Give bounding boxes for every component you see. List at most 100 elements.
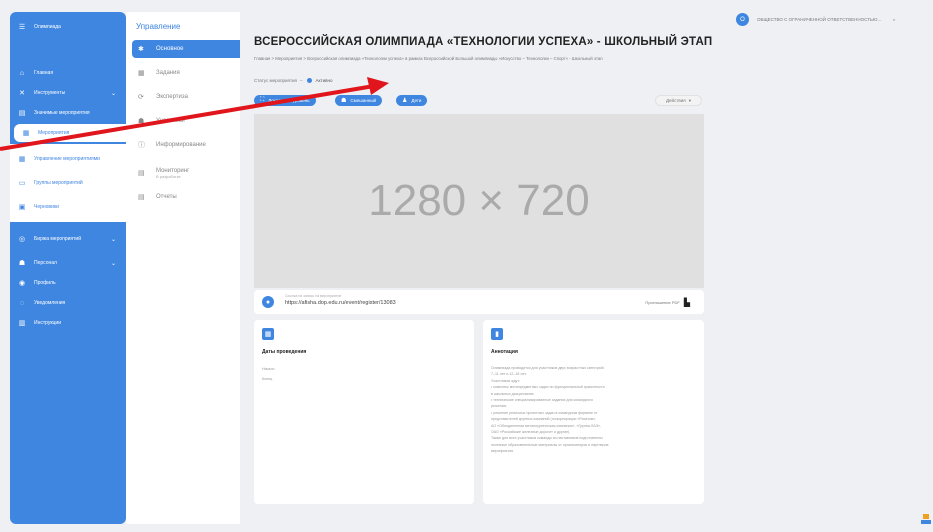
- sidebar-item-label: Инструменты: [34, 90, 66, 96]
- sidebar-item-staff[interactable]: ☗ Персонал ⌄: [10, 254, 126, 272]
- event-cover-image: 1280 × 720: [254, 114, 704, 288]
- sidebar-item-home[interactable]: ⌂ Главная: [10, 64, 126, 82]
- sidebar-item-label: Значимые мероприятия: [34, 110, 90, 116]
- sidebar-item-label: Биржа мероприятий: [34, 236, 82, 242]
- monitor-icon: ▤: [138, 170, 145, 177]
- sidebar-item-label: Управление мероприятиями: [34, 156, 100, 162]
- cursor-icon: [921, 514, 931, 524]
- chevron-right-icon: ▹: [893, 16, 896, 22]
- app-menu[interactable]: ☰ Олимпиада: [10, 18, 126, 36]
- expertise-icon: ⟳: [138, 94, 144, 101]
- tab-label: Участники: [156, 118, 185, 124]
- tab-label: Задания: [156, 70, 180, 76]
- breadcrumb[interactable]: Главная > Мероприятия > Всероссийская ол…: [254, 56, 603, 61]
- menu-icon: ☰: [18, 24, 26, 31]
- tab-main[interactable]: ✱ Основное: [132, 40, 240, 58]
- tab-participants[interactable]: ☗ Участники: [132, 112, 240, 130]
- status-dot: [306, 78, 312, 83]
- sidebar-item-events[interactable]: ▦ Мероприятия ⌃: [14, 124, 126, 142]
- tab-expertise[interactable]: ⟳ Экспертиза: [132, 88, 240, 106]
- sidebar-item-label: Группы мероприятий: [34, 180, 83, 186]
- annotation-line: мероприятия.: [491, 449, 514, 454]
- sidebar-item-significant-events[interactable]: ▤ Значимые мероприятия: [10, 104, 126, 122]
- tasks-icon: ▦: [138, 70, 145, 77]
- tab-label: Информирование: [156, 142, 206, 148]
- pdf-icon: ▙: [683, 298, 690, 307]
- tools-icon: ✕: [19, 90, 25, 97]
- tab-label-group: Мониторинг В разработке: [156, 168, 189, 179]
- sidebar-item-label: Уведомления: [34, 300, 66, 306]
- sidebar-item-notifications[interactable]: ◌ Уведомления: [10, 294, 126, 312]
- org-name: ОБЩЕСТВО С ОГРАНИЧЕННОЙ ОТВЕТСТВЕННОСТЬЮ…: [757, 17, 882, 22]
- link-icon: ●: [262, 296, 274, 308]
- sidebar-submenu: ▦ Управление мероприятиями ▭ Группы меро…: [10, 144, 126, 222]
- sidebar-item-label: Профиль: [34, 280, 56, 286]
- level-icon: ⛶: [260, 97, 265, 103]
- sidebar-item-drafts[interactable]: ▣ Черновики: [10, 198, 126, 216]
- avatar: О: [736, 13, 749, 26]
- calendar-icon: ▦: [22, 130, 30, 137]
- tab-informing[interactable]: ⓘ Информирование: [132, 136, 240, 154]
- annotation-icon: ▮: [491, 328, 503, 340]
- registration-caption: Ссылка на запись на мероприятие: [285, 294, 342, 298]
- annotation-title: Аннотация: [491, 349, 518, 355]
- settings-icon: ✱: [138, 46, 144, 53]
- calendar-icon: ▦: [262, 328, 274, 340]
- management-panel: Управление ✱ Основное ▦ Задания ⟳ Экспер…: [126, 12, 240, 524]
- participants-icon: ☗: [138, 118, 145, 125]
- list-icon: ▤: [18, 110, 26, 117]
- calendar-icon: ▦: [18, 156, 26, 163]
- actions-label: Действия: [666, 98, 686, 103]
- event-status: Статус мероприятия – Активно: [254, 78, 332, 83]
- pdf-label: Приглашение PDF: [645, 300, 680, 305]
- tab-label: Мониторинг: [156, 167, 190, 174]
- sidebar-item-label: Персонал: [34, 260, 57, 266]
- people-icon: ☗: [341, 98, 347, 104]
- audience-chip[interactable]: ♟ Дети: [396, 95, 428, 106]
- chevron-down-icon: ⌄: [110, 90, 116, 97]
- profile-icon: ◉: [18, 280, 26, 287]
- invitation-pdf-button[interactable]: Приглашение PDF ▙: [645, 298, 690, 307]
- main-sidebar: ☰ Олимпиада ⌂ Главная ✕ Инструменты ⌄ ▤ …: [10, 12, 126, 524]
- sidebar-item-event-groups[interactable]: ▭ Группы мероприятий: [10, 174, 126, 192]
- chip-label: Смешанный: [350, 98, 377, 103]
- org-switcher[interactable]: О ОБЩЕСТВО С ОГРАНИЧЕННОЙ ОТВЕТСТВЕННОСТ…: [736, 13, 895, 26]
- panel-title: Управление: [136, 22, 181, 31]
- actions-dropdown[interactable]: Действия ▾: [655, 95, 702, 106]
- sidebar-item-profile[interactable]: ◉ Профиль: [10, 274, 126, 292]
- arrow-head: [367, 77, 389, 95]
- reports-icon: ▤: [138, 194, 145, 201]
- people-icon: ☗: [18, 260, 26, 267]
- draft-icon: ▣: [18, 204, 26, 211]
- sidebar-item-instructions[interactable]: ▥ Инструкции: [10, 314, 126, 332]
- dates-start: Начало: [262, 367, 275, 371]
- status-badge: Активно: [315, 78, 333, 83]
- folder-icon: ▭: [18, 180, 26, 187]
- sidebar-item-label: Черновики: [34, 204, 59, 210]
- chip-label: Локальный уровень: [268, 98, 310, 103]
- level-chip[interactable]: ⛶ Локальный уровень: [254, 95, 316, 106]
- chevron-down-icon: ▾: [688, 97, 691, 103]
- dates-title: Даты проведения: [262, 349, 307, 355]
- child-icon: ♟: [402, 98, 408, 104]
- registration-row: ● Ссылка на запись на мероприятие https:…: [254, 290, 704, 314]
- tab-monitoring[interactable]: ▤ Мониторинг В разработке: [132, 162, 240, 184]
- type-chip[interactable]: ☗ Смешанный: [335, 95, 383, 106]
- sidebar-item-tools[interactable]: ✕ Инструменты ⌄: [10, 84, 126, 102]
- chip-label: Дети: [411, 98, 422, 103]
- app-label: Олимпиада: [34, 24, 61, 30]
- sidebar-item-event-management[interactable]: ▦ Управление мероприятиями: [10, 150, 126, 168]
- tab-tasks[interactable]: ▦ Задания: [132, 64, 240, 82]
- registration-link[interactable]: https://afisha.dop.edu.ru/event/register…: [285, 300, 396, 306]
- tab-sublabel: В разработке: [156, 173, 181, 179]
- bell-icon: ◌: [19, 299, 25, 307]
- sidebar-item-label: Мероприятия: [38, 130, 70, 136]
- chevron-down-icon: ⌄: [110, 236, 116, 243]
- status-separator: –: [299, 78, 303, 83]
- tab-label: Основное: [156, 46, 184, 52]
- dates-end: Конец: [262, 377, 273, 381]
- dates-card: ▦ Даты проведения Начало Конец: [254, 320, 474, 504]
- book-icon: ▥: [18, 320, 26, 327]
- tab-reports[interactable]: ▤ Отчеты: [132, 188, 240, 206]
- sidebar-item-exchange[interactable]: ◎ Биржа мероприятий ⌄: [10, 228, 126, 250]
